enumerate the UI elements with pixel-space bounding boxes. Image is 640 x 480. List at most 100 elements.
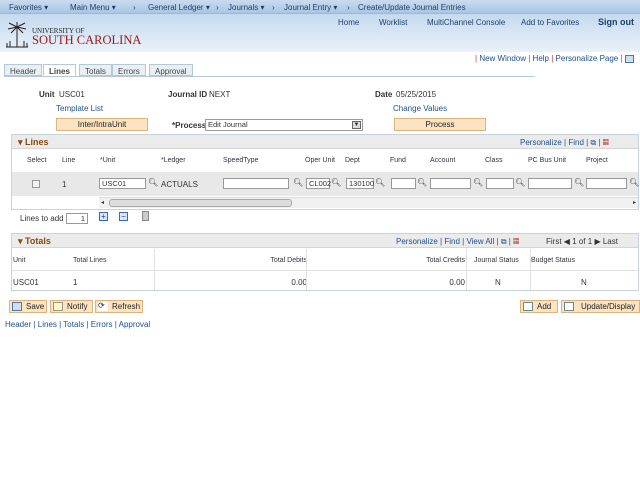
refresh-button[interactable]: ⟳ Refresh xyxy=(95,300,143,313)
zoom-icon[interactable]: ⧉ xyxy=(590,138,596,147)
lines-to-add-input[interactable]: 1 xyxy=(66,213,88,224)
delete-row-icon[interactable]: − xyxy=(119,212,128,221)
view-all-link[interactable]: View All xyxy=(466,237,494,246)
budget-status[interactable]: N xyxy=(581,278,587,287)
nav-journal-entry[interactable]: Journal Entry ▾ xyxy=(284,3,337,12)
horizontal-scrollbar[interactable]: ◂ ▸ xyxy=(99,197,638,208)
update-display-button[interactable]: Update/Display xyxy=(561,300,640,313)
col-line: Line xyxy=(62,157,76,164)
nav-general-ledger[interactable]: General Ledger ▾ xyxy=(148,3,210,12)
scrollbar-thumb[interactable] xyxy=(109,199,292,207)
fund-input[interactable] xyxy=(391,178,416,189)
scroll-right-icon[interactable]: ▸ xyxy=(633,199,636,206)
sign-out-link[interactable]: Sign out xyxy=(598,17,634,27)
totals-personalize-link[interactable]: Personalize xyxy=(396,237,438,246)
zoom-icon[interactable]: ⧉ xyxy=(501,237,507,246)
search-icon[interactable]: 🔍︎ xyxy=(417,178,427,187)
footer-link-lines[interactable]: Lines xyxy=(38,320,57,329)
project-input[interactable] xyxy=(586,178,627,189)
divider xyxy=(530,249,531,290)
lines-personalize-link[interactable]: Personalize xyxy=(520,138,562,147)
nav-journals[interactable]: Journals ▾ xyxy=(228,3,265,12)
worklist-link[interactable]: Worklist xyxy=(379,18,407,27)
nav-main-menu[interactable]: Main Menu ▾ xyxy=(70,3,116,12)
change-values-link[interactable]: Change Values xyxy=(393,104,447,113)
process-button[interactable]: Process xyxy=(394,118,486,131)
new-window-link[interactable]: New Window xyxy=(479,54,526,63)
tab-header[interactable]: Header xyxy=(4,64,43,76)
personalize-page-link[interactable]: Personalize Page xyxy=(556,54,619,63)
search-icon[interactable]: 🔍︎ xyxy=(148,178,158,187)
search-icon[interactable]: 🔍︎ xyxy=(515,178,525,187)
pc-bus-unit-input[interactable] xyxy=(528,178,572,189)
add-favorites-link[interactable]: Add to Favorites xyxy=(521,18,579,27)
download-icon[interactable]: ▦ xyxy=(603,138,609,147)
download-icon[interactable]: ▦ xyxy=(513,237,519,246)
col-project: Project xyxy=(586,157,608,164)
pager: First ◀ 1 of 1 ▶ Last xyxy=(546,237,618,246)
inter-intraunit-button[interactable]: Inter/IntraUnit xyxy=(56,118,148,131)
tab-totals[interactable]: Totals xyxy=(79,64,112,76)
totals-title[interactable]: ▾ Totals xyxy=(18,236,51,247)
notify-button[interactable]: Notify xyxy=(50,300,93,313)
footer-link-header[interactable]: Header xyxy=(5,320,31,329)
nav-current[interactable]: Create/Update Journal Entries xyxy=(358,3,466,12)
save-button[interactable]: Save xyxy=(9,300,47,313)
lines-find-link[interactable]: Find xyxy=(568,138,584,147)
divider xyxy=(154,249,155,290)
process-select[interactable]: Edit Journal ▼ xyxy=(205,119,363,131)
search-icon[interactable]: 🔍︎ xyxy=(473,178,483,187)
search-icon[interactable]: 🔍︎ xyxy=(293,178,303,187)
next-icon[interactable]: ▶ xyxy=(594,237,600,246)
search-icon[interactable]: 🔍︎ xyxy=(574,178,584,187)
col-unit: *Unit xyxy=(100,157,116,164)
date-label: Date xyxy=(375,90,393,99)
search-icon[interactable]: 🔍︎ xyxy=(375,178,385,187)
oper-unit-input[interactable]: CL002 xyxy=(306,178,331,189)
account-input[interactable] xyxy=(430,178,471,189)
dept-input[interactable]: 130100 xyxy=(346,178,374,189)
tab-lines[interactable]: Lines xyxy=(43,64,76,76)
multichannel-link[interactable]: MultiChannel Console xyxy=(427,18,505,27)
col-select: Select xyxy=(27,157,47,164)
col-ledger: *Ledger xyxy=(161,157,186,164)
lines-toolbar: Personalize | Find | ⧉ | ▦ xyxy=(520,138,609,147)
col-unit: Unit xyxy=(13,257,26,264)
col-journal-status: Journal Status xyxy=(474,257,519,264)
unit-label: Unit xyxy=(39,90,55,99)
date-value: 05/25/2015 xyxy=(396,90,437,99)
first-link[interactable]: First xyxy=(546,237,562,246)
totals-find-link[interactable]: Find xyxy=(444,237,460,246)
home-link[interactable]: Home xyxy=(338,18,359,27)
footer-link-totals[interactable]: Totals xyxy=(63,320,84,329)
add-button[interactable]: Add xyxy=(520,300,558,313)
previous-icon[interactable]: ◀ xyxy=(564,237,570,246)
last-link[interactable]: Last xyxy=(603,237,618,246)
class-input[interactable] xyxy=(486,178,514,189)
notify-icon xyxy=(53,302,63,311)
journal-status[interactable]: N xyxy=(495,278,501,287)
template-list-link[interactable]: Template List xyxy=(56,104,103,113)
add-row-icon[interactable]: + xyxy=(99,212,108,221)
search-icon[interactable]: 🔍︎ xyxy=(331,178,341,187)
speedtype-input[interactable] xyxy=(223,178,289,189)
chevron-down-icon[interactable]: ▼ xyxy=(352,121,361,129)
calculator-icon[interactable] xyxy=(142,211,149,221)
scroll-left-icon[interactable]: ◂ xyxy=(101,199,104,206)
tab-errors[interactable]: Errors xyxy=(112,64,146,76)
unit-input[interactable]: USC01 xyxy=(99,178,146,189)
nav-favorites[interactable]: Favorites ▾ xyxy=(9,3,48,12)
tab-approval[interactable]: Approval xyxy=(149,64,193,76)
grid-icon[interactable] xyxy=(624,54,634,63)
search-icon[interactable]: 🔍︎ xyxy=(629,178,639,187)
table-row: USC01 1 0.00 0.00 N N xyxy=(12,272,638,290)
totals-grid: ▾ Totals Personalize | Find | View All |… xyxy=(11,233,639,291)
lines-grid: ▾ Lines Personalize | Find | ⧉ | ▦ Selec… xyxy=(11,134,639,210)
lines-title[interactable]: ▾ Lines xyxy=(18,137,49,148)
footer-link-errors[interactable]: Errors xyxy=(91,320,113,329)
footer-link-approval[interactable]: Approval xyxy=(119,320,151,329)
col-total-credits: Total Credits xyxy=(426,257,465,264)
select-checkbox[interactable] xyxy=(32,180,40,188)
unit-value: USC01 xyxy=(59,90,85,99)
help-link[interactable]: Help xyxy=(533,54,549,63)
